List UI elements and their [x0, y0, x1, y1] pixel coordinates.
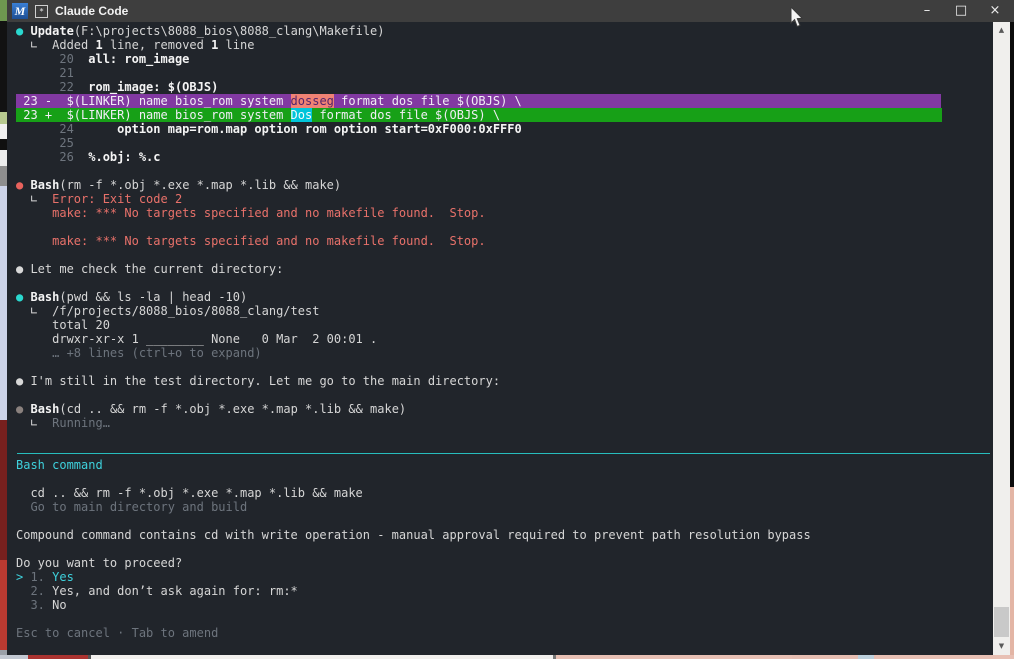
scrollbar-up-arrow-icon[interactable]: ▲ — [993, 22, 1010, 39]
titlebar[interactable]: M * Claude Code – □ × — [7, 0, 1014, 22]
scrollbar-down-arrow-icon[interactable]: ▼ — [993, 638, 1010, 655]
scrollbar-thumb[interactable] — [994, 607, 1009, 637]
minimize-button[interactable]: – — [910, 0, 944, 22]
terminal-line: ∟ Error: Exit code 2 — [16, 192, 183, 206]
terminal-line: ● Bash(rm -f *.obj *.exe *.map *.lib && … — [16, 178, 342, 192]
terminal-line: 24 option map=rom.map option rom option … — [16, 122, 522, 136]
window-title: Claude Code — [55, 4, 129, 18]
permission-option-yes-dont-ask[interactable]: 2. Yes, and don’t ask again for: rm:* — [7, 584, 993, 598]
terminal-line: 21 — [16, 66, 74, 80]
background-app-left-sliver — [0, 0, 7, 659]
scrollbar[interactable]: ▲ ▼ — [993, 22, 1010, 655]
terminal-line: ∟ Running… — [16, 416, 110, 430]
terminal-line: ∟ Added 1 line, removed 1 line — [16, 38, 255, 52]
terminal-line: Bash command — [16, 458, 103, 472]
terminal-line: 20 all: rom_image — [16, 52, 190, 66]
terminal-line: ● I'm still in the test directory. Let m… — [16, 374, 501, 388]
terminal-line: ● Update(F:\projects\8088_bios\8088_clan… — [16, 24, 385, 38]
permission-option-yes[interactable]: > 1. Yes — [7, 570, 993, 584]
terminal-line: 26 %.obj: %.c — [16, 150, 161, 164]
terminal-line: total 20 — [16, 318, 110, 332]
terminal-line: ● Bash(pwd && ls -la | head -10) — [16, 290, 248, 304]
terminal-line: Esc to cancel · Tab to amend — [16, 626, 219, 640]
background-app-bottom-sliver: ПРОИЗВОДСТВО — [0, 655, 1014, 659]
terminal-line: drwxr-xr-x 1 ________ None 0 Mar 2 00:01… — [16, 332, 378, 346]
terminal-output: ● Update(F:\projects\8088_bios\8088_clan… — [7, 22, 993, 655]
terminal-line: 23 + $(LINKER) name bios_rom system Dos … — [16, 108, 942, 122]
terminal-line: … +8 lines (ctrl+o to expand) — [16, 346, 262, 360]
terminal-line: 23 - $(LINKER) name bios_rom system doss… — [16, 94, 941, 108]
terminal-line: ● Let me check the current directory: — [16, 262, 284, 276]
terminal-line: Compound command contains cd with write … — [16, 528, 811, 542]
terminal-line: make: *** No targets specified and no ma… — [16, 206, 486, 220]
terminal-line: Do you want to proceed? — [16, 556, 183, 570]
terminal-line: ∟ /f/projects/8088_bios/8088_clang/test — [16, 304, 320, 318]
terminal-line: 22 rom_image: $(OBJS) — [16, 80, 219, 94]
terminal-line: cd .. && rm -f *.obj *.exe *.map *.lib &… — [16, 486, 363, 500]
window-controls: – □ × — [910, 0, 1014, 22]
terminal-line: 25 — [16, 136, 74, 150]
claude-code-window-icon: * — [35, 4, 48, 18]
terminal-line: ● Bash(cd .. && rm -f *.obj *.exe *.map … — [16, 402, 407, 416]
screen: ПРОИЗВОДСТВО M * Claude Code – □ × ● Upd… — [0, 0, 1014, 659]
permission-option-no[interactable]: 3. No — [7, 598, 993, 612]
background-app-right-sliver — [1010, 22, 1014, 659]
msys-m-icon: M — [12, 3, 28, 19]
close-button[interactable]: × — [978, 0, 1012, 22]
dialog-top-border — [7, 444, 993, 458]
mouse-cursor-icon — [790, 7, 804, 28]
terminal-line: Go to main directory and build — [16, 500, 248, 514]
maximize-button[interactable]: □ — [944, 0, 978, 22]
terminal-line: make: *** No targets specified and no ma… — [16, 234, 486, 248]
